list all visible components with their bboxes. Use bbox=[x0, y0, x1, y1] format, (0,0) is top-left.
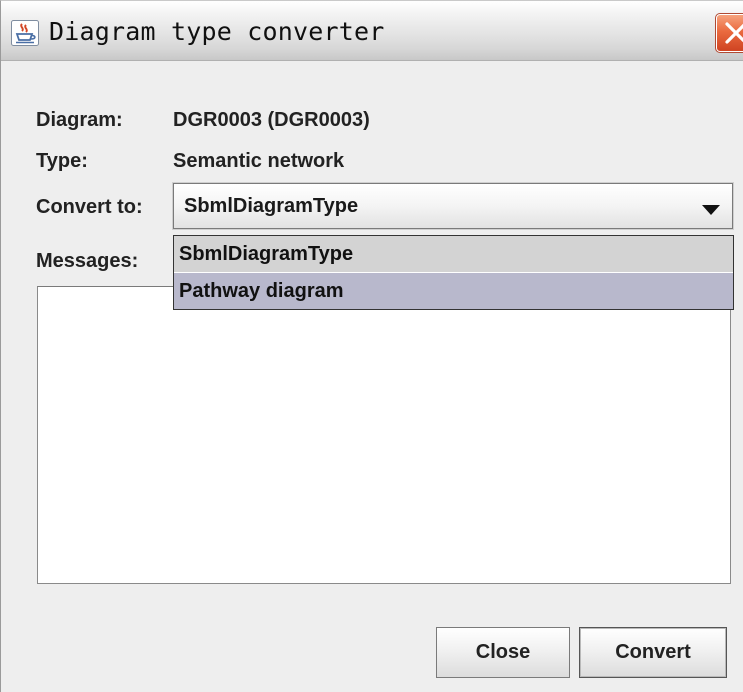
java-cup-icon bbox=[11, 20, 39, 46]
dropdown-option-sbml-diagram-type[interactable]: SbmlDiagramType bbox=[174, 236, 733, 272]
close-button[interactable]: Close bbox=[436, 627, 570, 678]
chevron-down-icon[interactable] bbox=[702, 202, 720, 220]
convert-to-dropdown-list: SbmlDiagramType Pathway diagram bbox=[173, 235, 734, 310]
convert-to-label: Convert to: bbox=[36, 196, 143, 218]
title-bar[interactable]: Diagram type converter bbox=[1, 1, 743, 61]
messages-label: Messages: bbox=[36, 250, 139, 272]
messages-textarea[interactable] bbox=[37, 286, 731, 584]
diagram-value: DGR0003 (DGR0003) bbox=[173, 109, 370, 131]
convert-to-combobox[interactable]: SbmlDiagramType bbox=[172, 182, 734, 230]
type-label: Type: bbox=[36, 150, 88, 172]
dropdown-option-pathway-diagram[interactable]: Pathway diagram bbox=[174, 273, 733, 309]
dialog-window: Diagram type converter Diagram: DGR0003 … bbox=[0, 0, 743, 692]
type-value: Semantic network bbox=[173, 150, 345, 172]
window-title: Diagram type converter bbox=[49, 17, 385, 46]
convert-button[interactable]: Convert bbox=[579, 627, 727, 678]
window-close-button[interactable] bbox=[715, 13, 743, 53]
combobox-selected-value: SbmlDiagramType bbox=[184, 195, 359, 217]
diagram-label: Diagram: bbox=[36, 109, 123, 131]
